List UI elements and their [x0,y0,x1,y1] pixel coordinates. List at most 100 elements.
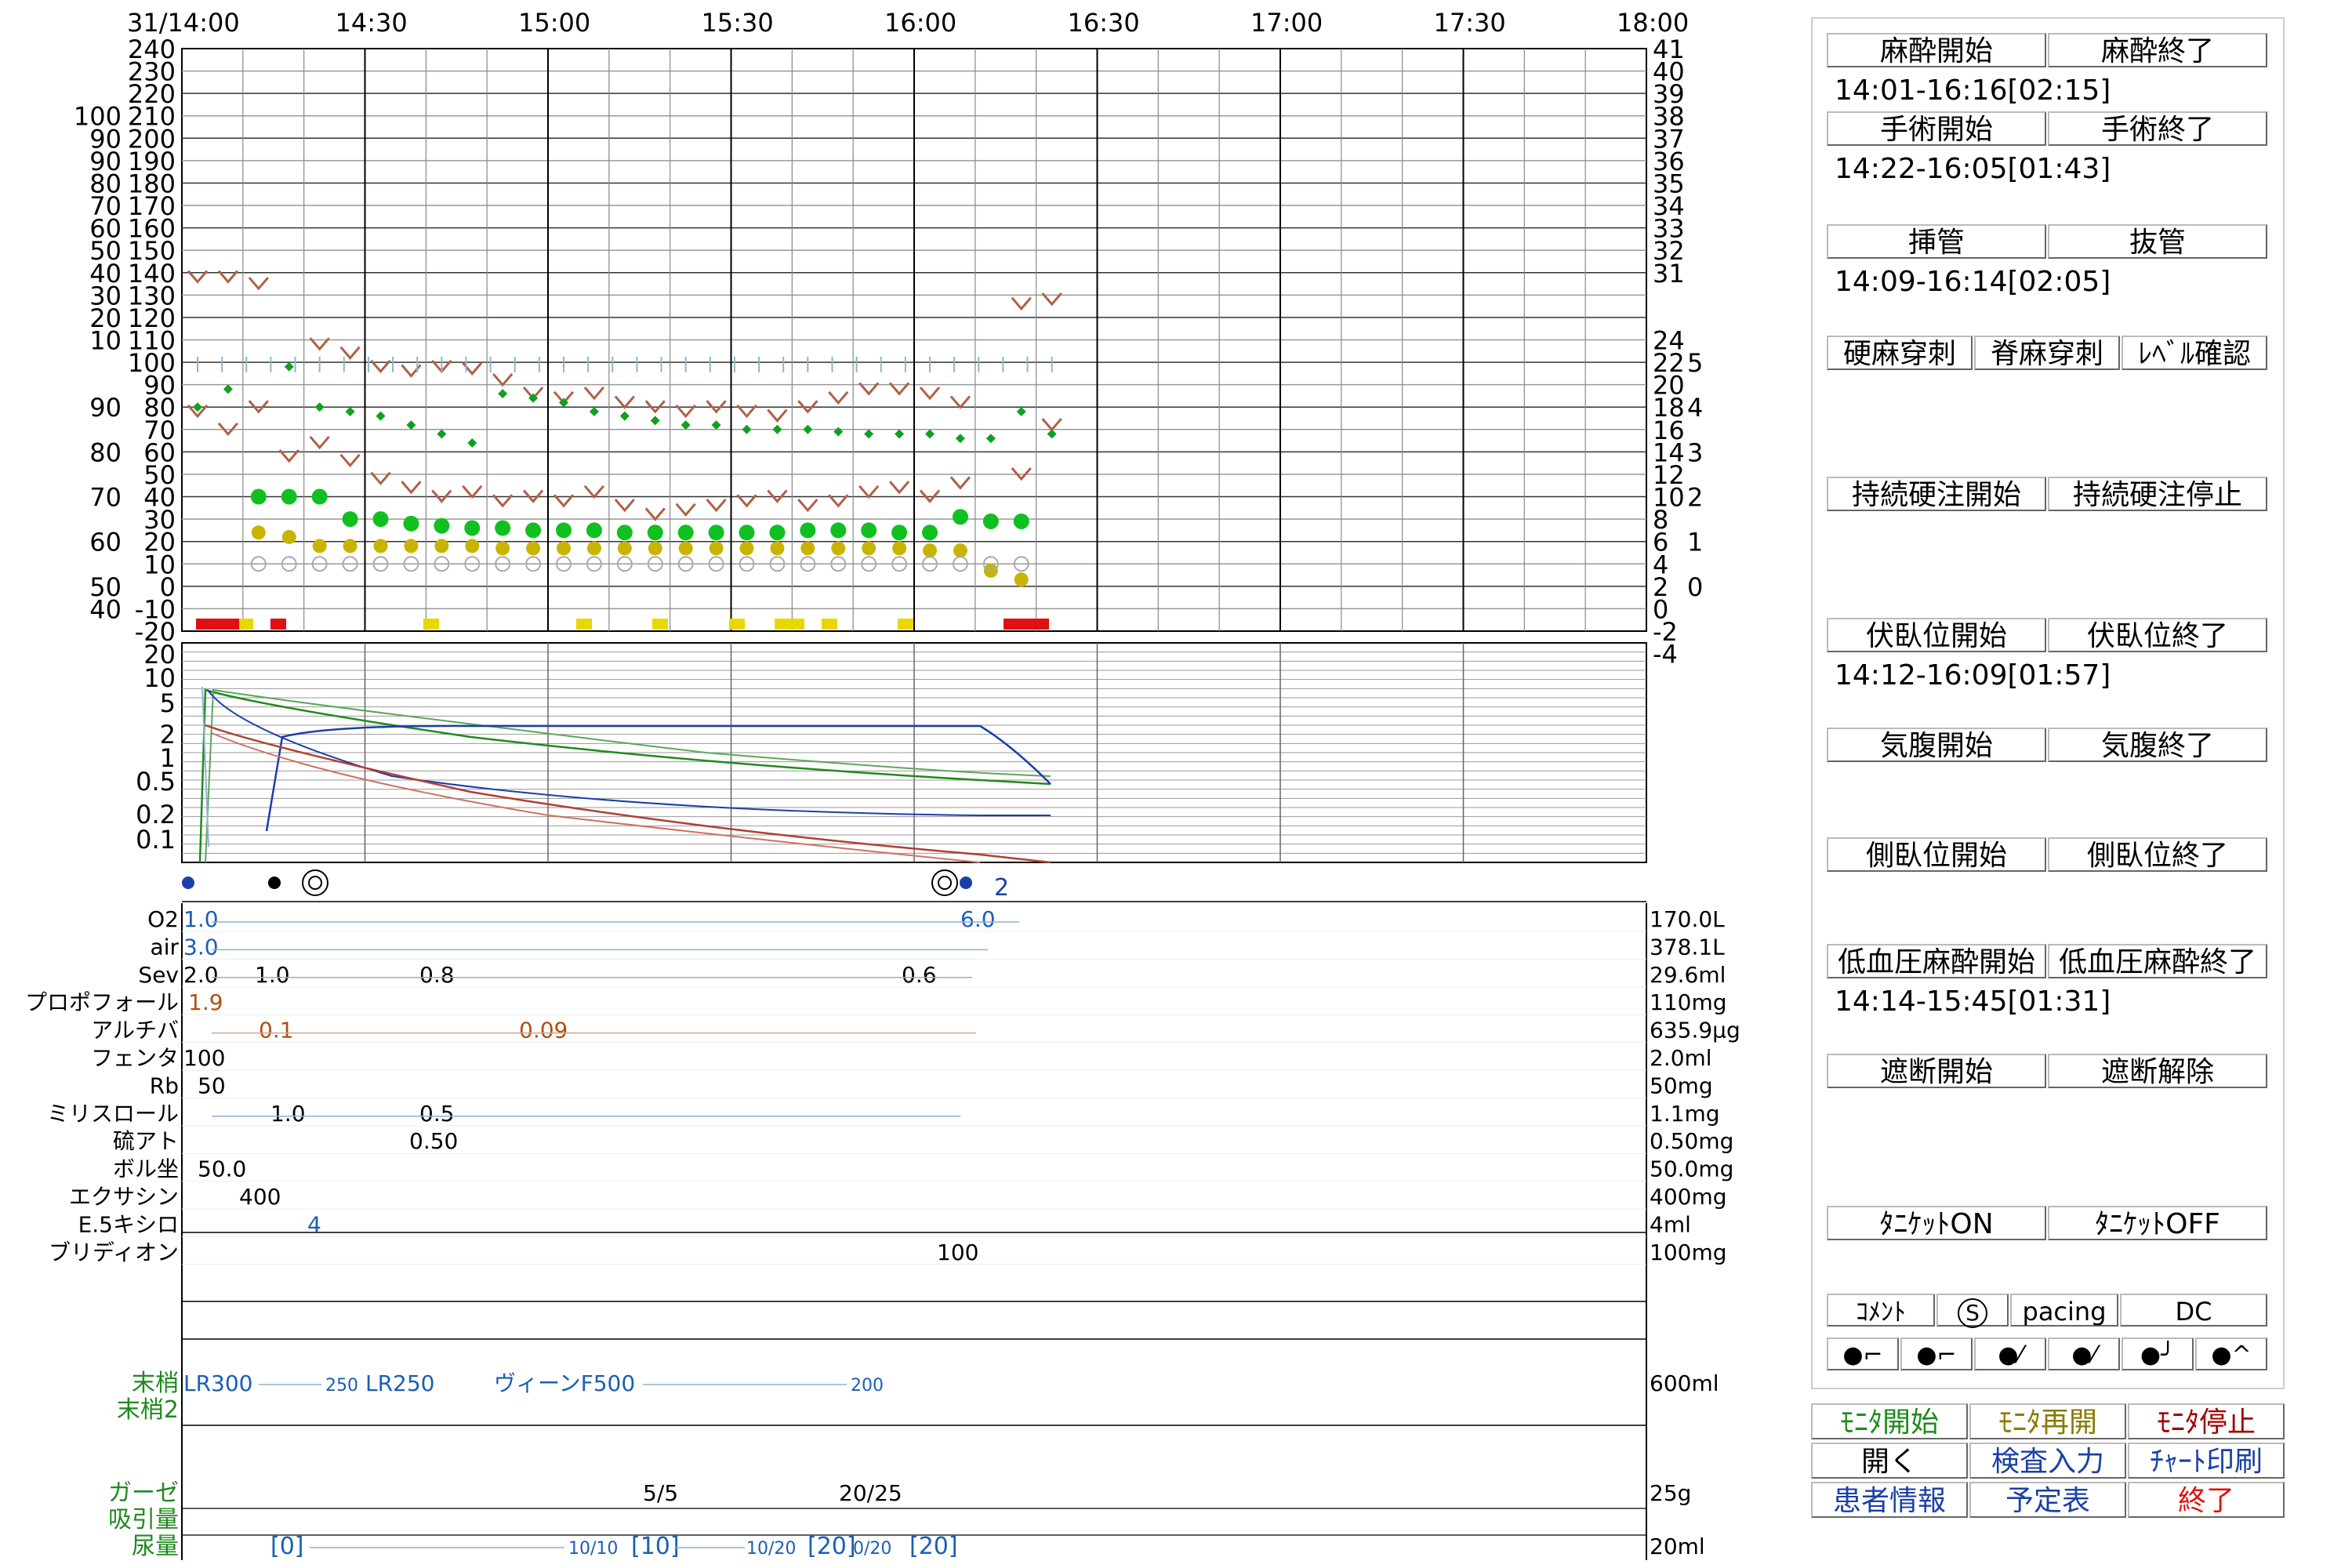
y-axis-right2-label: 5 [1687,348,1703,378]
time-label: 17:30 [1434,8,1506,38]
time-label: 18:00 [1617,8,1689,38]
etco2-mark [831,541,846,556]
event-mark-4-button[interactable]: ●⁄ [2048,1338,2120,1370]
etco2-mark [678,541,693,556]
y-axis-outer-label: 10 [89,326,122,356]
drug-value: 0.50 [409,1128,458,1154]
tourniquet-off-button[interactable]: ﾀﾆｹｯﾄOFF [2048,1206,2267,1240]
drug-value: 1.0 [255,962,290,988]
chart-print-button[interactable]: ﾁｬｰﾄ印刷 [2128,1443,2285,1479]
monitor-stop-button[interactable]: ﾓﾆﾀ停止 [2128,1403,2285,1439]
dot-step-icon: ●╯ [2140,1341,2176,1369]
etco2-mark [281,529,296,544]
y-axis-right2-label: 1 [1687,528,1703,557]
event-mark-6-button[interactable]: ●^ [2195,1338,2267,1370]
lateral-start-button[interactable]: 側臥位開始 [1827,837,2046,872]
drug-value: 1.9 [188,989,223,1015]
status-bar [576,619,592,630]
drug-value: 100 [183,1045,225,1071]
fluid-label: 末梢 [132,1370,179,1397]
y-axis-right2-label: 3 [1687,437,1703,467]
exit-button[interactable]: 終了 [2128,1482,2285,1518]
spo2-mark [708,524,724,541]
block-release-button[interactable]: 遮断解除 [2048,1054,2267,1088]
spo2-mark [586,522,602,539]
spo2-mark [616,524,633,541]
gauze-value: 5/5 [643,1480,678,1506]
drug-value: 0.1 [259,1018,294,1044]
drug-total: 1.1mg [1650,1101,1720,1127]
spinal-puncture-button[interactable]: 脊麻穿刺 [1974,336,2120,370]
urine-value: [20] [808,1533,856,1560]
continuous-epidural-stop-button[interactable]: 持続硬注停止 [2048,477,2267,511]
spo2-mark [739,524,755,541]
anesthesia-start-button[interactable]: 麻酔開始 [1827,33,2046,67]
monitor-resume-button[interactable]: ﾓﾆﾀ再開 [1969,1403,2126,1439]
event-mark-2-button[interactable]: ●⌐ [1900,1338,1973,1370]
drug-value: 50.0 [198,1156,246,1182]
dc-button[interactable]: DC [2120,1294,2267,1327]
drug-label: Rb [150,1073,179,1098]
etco2-mark [586,541,601,556]
drug-value: 0.6 [902,962,937,988]
spo2-mark [830,522,847,539]
y-axis-outer-label: 90 [89,393,122,423]
drug-label: エクサシン [69,1184,179,1210]
epidural-puncture-button[interactable]: 硬麻穿刺 [1827,336,1973,370]
level-check-button[interactable]: ﾚﾍﾞﾙ確認 [2122,336,2267,370]
prone-end-button[interactable]: 伏臥位終了 [2048,618,2267,652]
pacing-button[interactable]: pacing [2010,1294,2118,1327]
etco2-mark [617,541,632,556]
drug-total: 0.50mg [1650,1128,1733,1154]
extubation-button[interactable]: 抜管 [2048,224,2267,259]
anesthesia-end-button[interactable]: 麻酔終了 [2048,33,2267,67]
spo2-mark [861,522,877,539]
open-button[interactable]: 開く [1811,1443,1968,1479]
drug-total: 378.1L [1650,934,1725,960]
etco2-mark [404,539,419,554]
tourniquet-on-button[interactable]: ﾀﾆｹｯﾄON [1827,1206,2046,1240]
lateral-end-button[interactable]: 側臥位終了 [2048,837,2267,872]
fluid-item: 250 [325,1376,358,1396]
prone-start-button[interactable]: 伏臥位開始 [1827,618,2046,652]
surgery-start-button[interactable]: 手術開始 [1827,111,2046,146]
schedule-button[interactable]: 予定表 [1969,1482,2126,1518]
etco2-mark [434,539,449,554]
intubation-button[interactable]: 挿管 [1827,224,2046,259]
continuous-epidural-start-button[interactable]: 持続硬注開始 [1827,477,2046,511]
event-mark-1-button[interactable]: ●⌐ [1827,1338,1899,1370]
block-start-button[interactable]: 遮断開始 [1827,1054,2046,1088]
exam-input-button[interactable]: 検査入力 [1969,1443,2126,1479]
comment-button[interactable]: ｺﾒﾝﾄ [1827,1294,1935,1327]
drug-label: E.5キシロ [78,1211,179,1237]
pneumoperitoneum-start-button[interactable]: 気腹開始 [1827,728,2046,762]
status-bar [775,619,804,630]
status-bar [729,619,745,630]
drug-total: 635.9μg [1650,1018,1740,1044]
drug-total: 29.6ml [1650,962,1726,988]
y-axis-right2-label: 0 [1687,572,1703,602]
patient-info-button[interactable]: 患者情報 [1811,1482,1968,1518]
drug-label: アルチバ [91,1018,179,1044]
status-bar [196,619,243,630]
hypotensive-end-button[interactable]: 低血圧麻酔終了 [2048,944,2267,978]
urine-label: 尿量 [132,1533,179,1560]
drug-total: 400mg [1650,1184,1727,1210]
etco2-mark [862,541,877,556]
etco2-mark [465,539,480,554]
status-bar [822,619,837,630]
event-mark-3-button[interactable]: ●⁄ [1974,1338,2046,1370]
event-double-circle-icon [938,876,952,890]
surgery-end-button[interactable]: 手術終了 [2048,111,2267,146]
prone-time: 14:12-16:09[01:57] [1835,659,2111,691]
event-mark-5-button[interactable]: ●╯ [2122,1338,2194,1370]
spo2-mark [434,517,450,534]
s-mark-button[interactable]: S [1936,1294,2009,1328]
fluid-total: 600ml [1650,1370,1719,1396]
pneumoperitoneum-end-button[interactable]: 気腹終了 [2048,728,2267,762]
hypotensive-time: 14:14-15:45[01:31] [1835,985,2111,1018]
status-bar [239,619,253,630]
y-axis-outer-label: 80 [89,437,122,467]
monitor-start-button[interactable]: ﾓﾆﾀ開始 [1811,1403,1968,1439]
hypotensive-start-button[interactable]: 低血圧麻酔開始 [1827,944,2046,978]
